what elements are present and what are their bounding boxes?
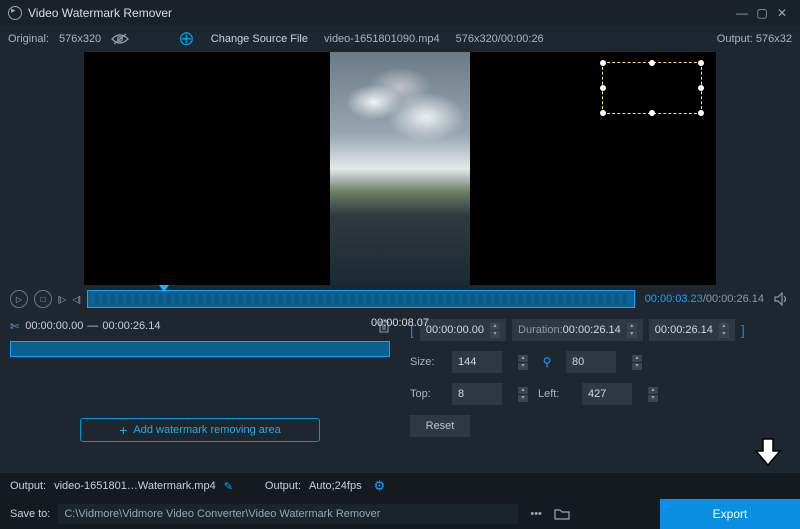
- timeline-scrubber[interactable]: [87, 290, 635, 308]
- start-time-input[interactable]: 00:00:00.00▴▾: [420, 319, 506, 341]
- scrubber-handle[interactable]: [159, 285, 169, 292]
- save-to-label: Save to:: [10, 508, 50, 520]
- output-filename: video-1651801…Watermark.mp4: [54, 480, 216, 492]
- spinner-down[interactable]: ▾: [627, 331, 637, 338]
- spinner-up[interactable]: ▴: [518, 355, 528, 362]
- end-time-input[interactable]: 00:00:26.14▴▾: [649, 319, 735, 341]
- segment-timeline[interactable]: [10, 341, 390, 357]
- output-settings-icon[interactable]: ⚙: [374, 478, 386, 494]
- resize-handle[interactable]: [600, 60, 606, 66]
- open-folder-icon[interactable]: [554, 508, 570, 520]
- output-format-label: Output:: [265, 480, 301, 492]
- add-source-icon[interactable]: ⊕: [178, 29, 195, 49]
- edit-output-name-icon[interactable]: ✎: [224, 480, 233, 493]
- spinner-down[interactable]: ▾: [518, 363, 528, 370]
- spinner-down[interactable]: ▾: [648, 395, 658, 402]
- spinner-up[interactable]: ▴: [719, 323, 729, 330]
- output-label: Output:: [717, 33, 753, 45]
- total-time: 00:00:26.14: [706, 293, 764, 305]
- source-filename: video-1651801090.mp4: [324, 33, 440, 45]
- resize-handle[interactable]: [698, 60, 704, 66]
- plus-icon: +: [119, 422, 127, 438]
- resize-handle[interactable]: [600, 110, 606, 116]
- duration-input[interactable]: Duration:00:00:26.14▴▾: [512, 319, 643, 341]
- video-frame: [330, 52, 470, 285]
- minimize-button[interactable]: —: [732, 6, 752, 20]
- spinner-up[interactable]: ▴: [632, 355, 642, 362]
- close-button[interactable]: ✕: [772, 6, 792, 20]
- resize-handle[interactable]: [649, 60, 655, 66]
- segment-range: ✄ 00:00:00.00 — 00:00:26.14: [10, 319, 390, 333]
- segments-panel: ✄ 00:00:00.00 — 00:00:26.14 + Add waterm…: [0, 313, 400, 450]
- spinner-up[interactable]: ▴: [490, 323, 500, 330]
- save-bar: Save to: C:\Vidmore\Vidmore Video Conver…: [0, 499, 800, 529]
- original-dimensions: 576x320: [59, 33, 101, 45]
- segment-end: 00:00:26.14: [102, 320, 160, 332]
- scissors-icon: ✄: [10, 320, 19, 333]
- output-bar: Output: video-1651801…Watermark.mp4 ✎ Ou…: [0, 473, 800, 499]
- top-input[interactable]: 8: [452, 383, 502, 405]
- browse-button[interactable]: •••: [526, 508, 546, 520]
- save-path-display[interactable]: C:\Vidmore\Vidmore Video Converter\Video…: [58, 504, 518, 524]
- reset-button[interactable]: Reset: [410, 415, 470, 437]
- playback-time: 00:00:03.23/00:00:26.14: [645, 293, 764, 305]
- video-preview[interactable]: [84, 52, 716, 285]
- bracket-right-icon[interactable]: ]: [741, 322, 745, 338]
- title-bar: Video Watermark Remover — ▢ ✕: [0, 0, 800, 26]
- resize-handle[interactable]: [698, 110, 704, 116]
- source-bar: Original: 576x320 ⊕ Change Source File v…: [0, 26, 800, 52]
- spinner-down[interactable]: ▾: [719, 331, 729, 338]
- source-dimension-duration: 576x320/00:00:26: [456, 33, 544, 45]
- resize-handle[interactable]: [698, 85, 704, 91]
- properties-panel: [ 00:00:00.00▴▾ Duration:00:00:26.14▴▾ 0…: [400, 313, 800, 450]
- watermark-selection-box[interactable]: [602, 62, 702, 114]
- spinner-down[interactable]: ▾: [632, 363, 642, 370]
- segment-start: 00:00:00.00: [25, 320, 83, 332]
- spinner-up[interactable]: ▴: [518, 387, 528, 394]
- output-dimensions: 576x32: [756, 33, 792, 45]
- size-label: Size:: [410, 356, 442, 368]
- position-row: Top: 8 ▴▾ Left: 427 ▴▾: [410, 383, 790, 405]
- output-file-label: Output:: [10, 480, 46, 492]
- export-button[interactable]: Export: [660, 499, 800, 529]
- spinner-up[interactable]: ▴: [627, 323, 637, 330]
- left-input[interactable]: 427: [582, 383, 632, 405]
- editor-panels: ✄ 00:00:00.00 — 00:00:26.14 + Add waterm…: [0, 313, 800, 450]
- spinner-up[interactable]: ▴: [648, 387, 658, 394]
- play-button[interactable]: ▷: [10, 290, 28, 308]
- app-logo-icon: [8, 6, 22, 20]
- original-label: Original:: [8, 33, 49, 45]
- width-input[interactable]: 144: [452, 351, 502, 373]
- prev-frame-button[interactable]: [▷: [58, 290, 66, 308]
- playback-bar: ▷ □ [▷ ◁] 00:00:03.23/00:00:26.14: [0, 285, 800, 313]
- next-frame-button[interactable]: ◁]: [72, 290, 80, 308]
- change-source-link[interactable]: Change Source File: [211, 33, 308, 45]
- current-time: 00:00:03.23: [645, 293, 703, 305]
- stop-button[interactable]: □: [34, 290, 52, 308]
- volume-button[interactable]: [774, 292, 790, 306]
- spinner-down[interactable]: ▾: [490, 331, 500, 338]
- time-range-control: [ 00:00:00.00▴▾ Duration:00:00:26.14▴▾ 0…: [410, 319, 790, 341]
- window-title: Video Watermark Remover: [28, 6, 732, 20]
- spinner-down[interactable]: ▾: [518, 395, 528, 402]
- download-arrow-icon: [754, 437, 782, 467]
- height-input[interactable]: 80: [566, 351, 616, 373]
- top-label: Top:: [410, 388, 442, 400]
- segment-separator: —: [87, 320, 98, 332]
- output-format-value: Auto;24fps: [309, 480, 362, 492]
- size-row: Size: 144 ▴▾ ⚲ 80 ▴▾: [410, 351, 790, 373]
- link-aspect-icon[interactable]: ⚲: [538, 353, 556, 371]
- left-label: Left:: [538, 388, 572, 400]
- add-watermark-area-button[interactable]: + Add watermark removing area: [80, 418, 320, 442]
- resize-handle[interactable]: [649, 110, 655, 116]
- add-area-label: Add watermark removing area: [133, 424, 280, 436]
- maximize-button[interactable]: ▢: [752, 6, 772, 20]
- video-content: [335, 62, 465, 162]
- compare-toggle-icon[interactable]: [111, 33, 129, 45]
- frame-timestamp: 00:00:08.07: [371, 317, 429, 329]
- resize-handle[interactable]: [600, 85, 606, 91]
